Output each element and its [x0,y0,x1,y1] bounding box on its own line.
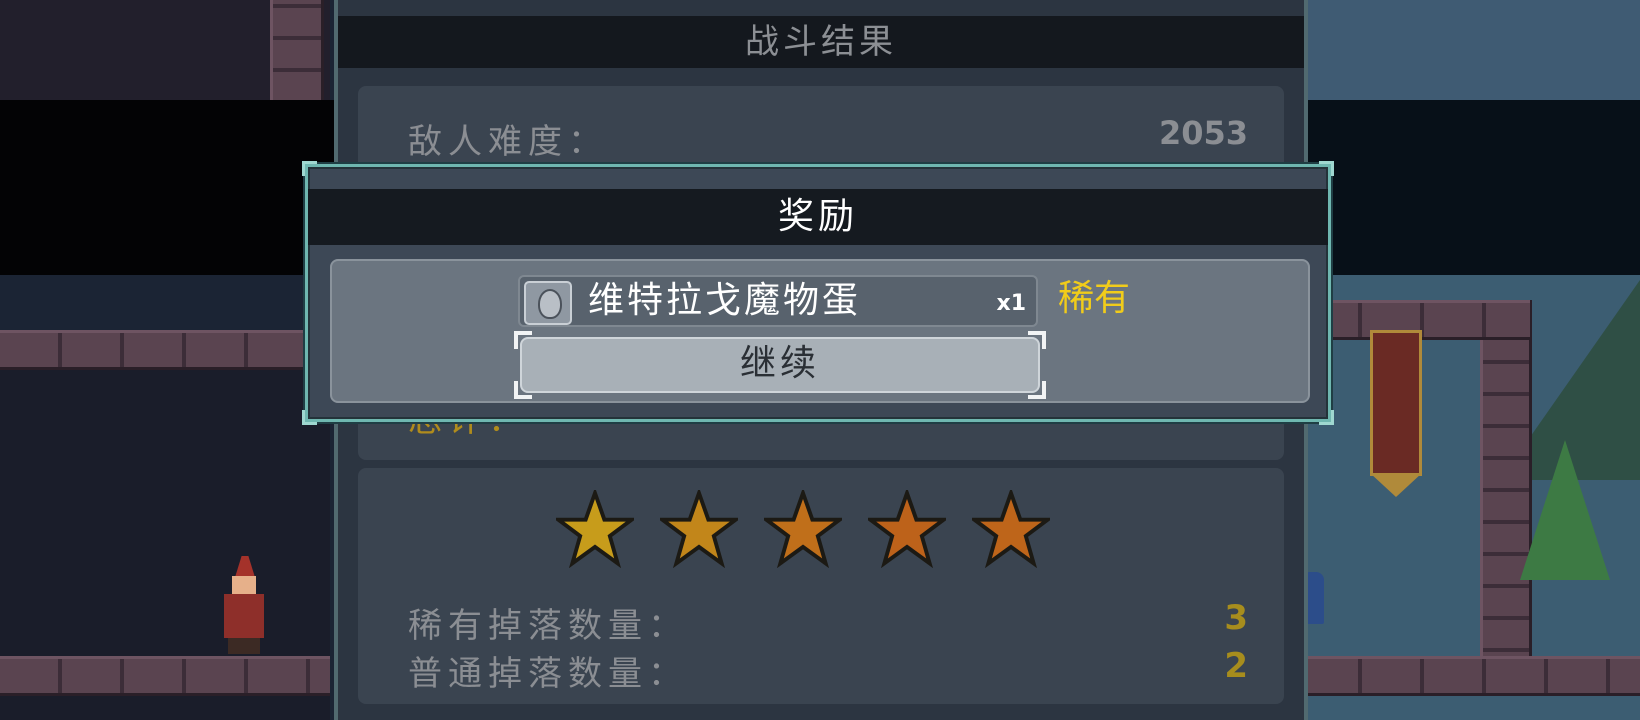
stat-label: 敌人难度： [408,122,608,162]
hero-hat [234,556,256,578]
results-title: 战斗结果 [745,22,897,62]
brick-ledge [0,330,330,370]
shadow-band-left [0,100,340,275]
rating-box: 稀有掉落数量： 3 普通掉落数量： 2 [358,468,1284,704]
rarity-label: 稀有 [1058,278,1131,319]
reward-item[interactable]: 维特拉戈魔物蛋 x1 [518,275,1038,327]
star-icon [764,490,842,568]
common-drop-label: 普通掉落数量： [408,654,688,694]
star-rating [556,490,1056,580]
item-quantity: x1 [996,291,1027,316]
star-icon [556,490,634,568]
brick-floor-right [1300,656,1640,696]
sky-background [1300,0,1640,110]
hero-body [224,594,264,638]
item-name: 维特拉戈魔物蛋 [588,280,862,321]
hero-legs [228,638,260,654]
reward-title: 奖励 [777,196,858,237]
rare-drop-value: 3 [1224,598,1248,638]
player-character [214,556,274,656]
common-drop-row: 普通掉落数量： 2 [408,646,1248,694]
reward-content: 维特拉戈魔物蛋 x1 稀有 继续 [330,259,1310,403]
egg-shape [538,289,562,319]
frame-corner [302,410,317,425]
continue-button[interactable]: 继续 [514,331,1046,399]
shadow-band-right [1290,100,1640,275]
castle-pillar-right [1480,300,1532,680]
continue-label: 继续 [739,343,820,384]
frame-corner [1319,410,1334,425]
rare-drop-row: 稀有掉落数量： 3 [408,598,1248,646]
castle-pillar [270,0,324,100]
star-icon [660,490,738,568]
frame-corner [1319,161,1334,176]
stat-value: 2053 [1158,114,1248,152]
rare-drop-label: 稀有掉落数量： [408,606,688,646]
common-drop-value: 2 [1224,646,1248,686]
reward-dialog: 奖励 维特拉戈魔物蛋 x1 稀有 继续 [302,161,1334,425]
brick-floor [0,656,330,696]
egg-icon [524,281,572,325]
star-icon [868,490,946,568]
stat-row-enemy-difficulty: 敌人难度： 2053 [408,114,1248,162]
castle-banner [1370,330,1422,497]
hero-face [232,576,256,594]
frame-corner [302,161,317,176]
star-icon [972,490,1050,568]
